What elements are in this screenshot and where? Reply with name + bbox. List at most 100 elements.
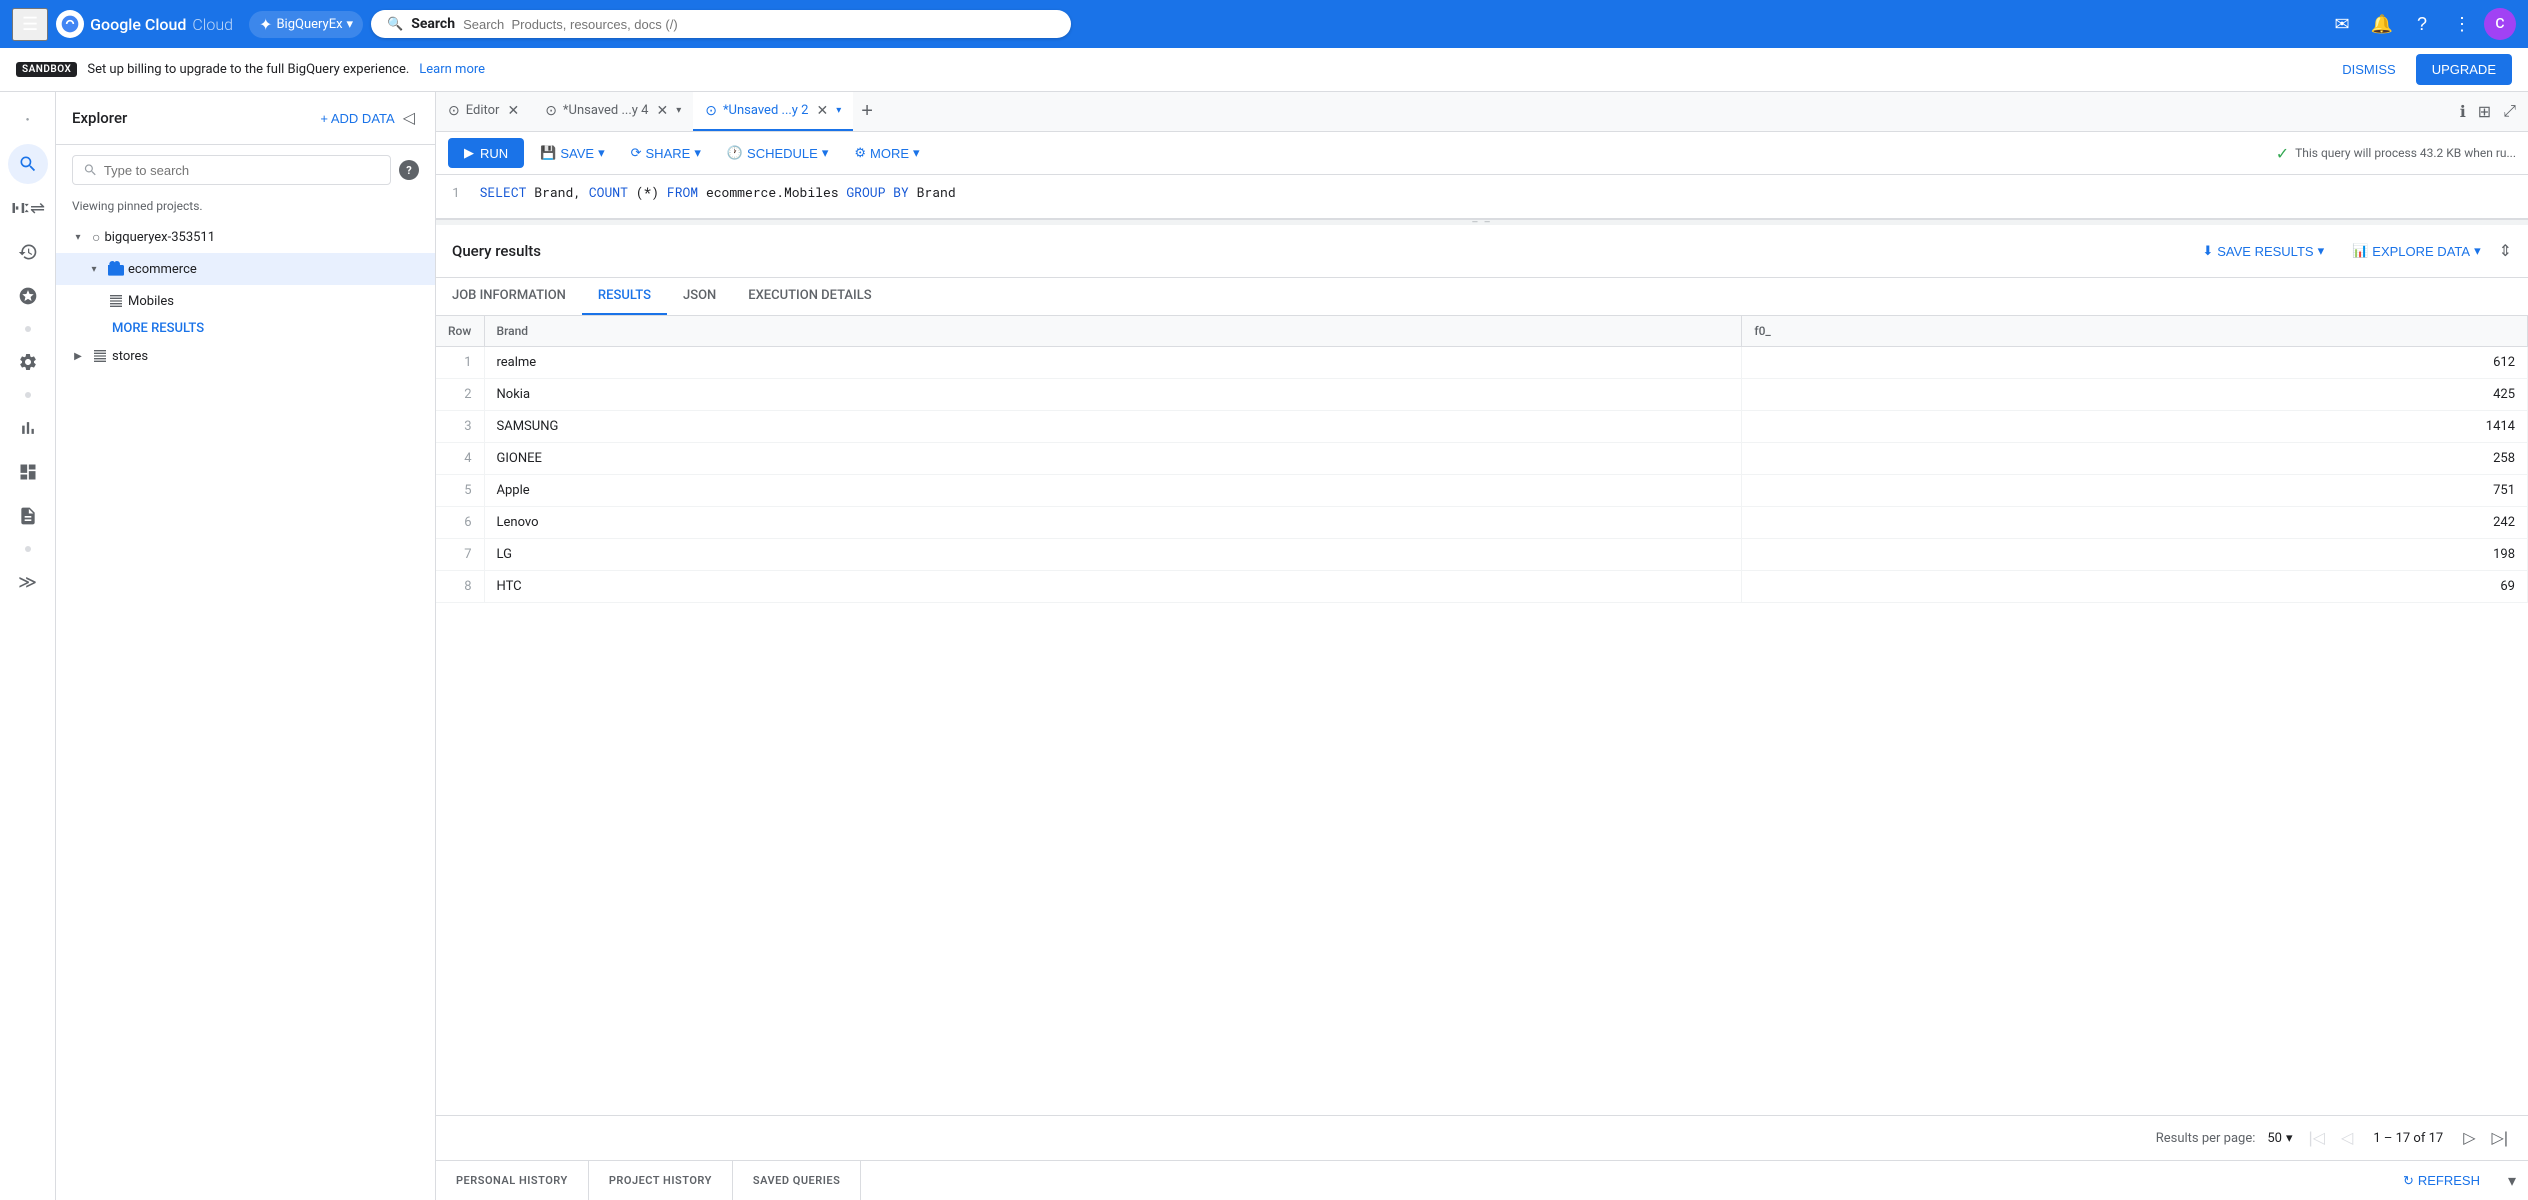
next-page-button[interactable]: ▷: [2459, 1124, 2479, 1152]
explore-dropdown: ▾: [2474, 243, 2481, 259]
cell-count: 751: [1742, 475, 2528, 507]
expand-button[interactable]: ⤢: [2499, 99, 2520, 125]
unsaved4-tab-close[interactable]: ✕: [654, 101, 670, 120]
sidebar-tools-btn[interactable]: [8, 342, 48, 382]
last-page-button[interactable]: ▷|: [2488, 1124, 2512, 1152]
explore-icon: 📊: [2352, 243, 2368, 259]
per-page-value: 50: [2267, 1131, 2282, 1146]
tab-unsaved4[interactable]: ⊙ *Unsaved ...y 4 ✕ ▾: [533, 92, 693, 131]
collapse-history-button[interactable]: ▾: [2496, 1171, 2528, 1191]
save-button[interactable]: 💾 SAVE ▾: [530, 139, 614, 167]
keyword-group: GROUP BY: [846, 183, 908, 201]
share-button[interactable]: ⟳ SHARE ▾: [621, 139, 711, 167]
check-icon: ✓: [2276, 144, 2289, 163]
schedule-button[interactable]: 🕐 SCHEDULE ▾: [717, 139, 839, 167]
avatar[interactable]: C: [2484, 8, 2516, 40]
tree-dataset-ecommerce[interactable]: ▾ ecommerce ⋮: [56, 253, 435, 285]
tab-editor[interactable]: ⊙ Editor ✕: [436, 92, 533, 131]
tab-right-icons: ℹ ⊞ ⤢: [2448, 92, 2528, 131]
more-options-icon[interactable]: ⋮: [2444, 6, 2480, 42]
sidebar-dot-nav[interactable]: ●: [8, 100, 48, 140]
dataset-expand-icon[interactable]: ▾: [84, 259, 104, 279]
per-page-select[interactable]: 50 ▾: [2263, 1129, 2296, 1148]
project-selector[interactable]: ✦ BigQueryEx ▾: [249, 11, 363, 38]
explorer-search-box[interactable]: [72, 155, 391, 185]
collapse-results-button[interactable]: ⇕: [2499, 241, 2512, 261]
tab-json[interactable]: JSON: [667, 278, 732, 315]
schedule-label: SCHEDULE: [747, 146, 818, 161]
sidebar-starred-btn[interactable]: [8, 276, 48, 316]
email-icon[interactable]: ✉: [2324, 6, 2360, 42]
unsaved4-tab-dropdown[interactable]: ▾: [676, 105, 681, 116]
search-input[interactable]: [463, 17, 1055, 32]
dismiss-button[interactable]: DISMISS: [2330, 54, 2407, 85]
personal-history-tab[interactable]: PERSONAL HISTORY: [436, 1161, 589, 1200]
run-button[interactable]: ▶ RUN: [448, 138, 524, 168]
tree-project-bigqueryex[interactable]: ▾ ○ bigqueryex-353511 ⋮: [56, 221, 435, 253]
refresh-button[interactable]: ↻ REFRESH: [2387, 1161, 2496, 1200]
saved-queries-tab[interactable]: SAVED QUERIES: [733, 1161, 861, 1200]
help-icon[interactable]: ?: [2404, 6, 2440, 42]
main-content: ⊙ Editor ✕ ⊙ *Unsaved ...y 4 ✕ ▾ ⊙ *Unsa…: [436, 92, 2528, 1200]
cell-brand: realme: [484, 347, 1742, 379]
editor-tab-close[interactable]: ✕: [505, 101, 521, 120]
tree-project-stores[interactable]: ▶ stores ⋮: [56, 340, 435, 372]
cell-row: 5: [436, 475, 484, 507]
code-editor[interactable]: 1 SELECT Brand, COUNT (*) FROM ecommerce…: [436, 175, 2528, 219]
sidebar-divider-dot: [25, 326, 31, 332]
sidebar-search-btn[interactable]: [8, 144, 48, 184]
tab-execution-details[interactable]: EXECUTION DETAILS: [732, 278, 887, 315]
more-results-link[interactable]: MORE RESULTS: [56, 317, 435, 340]
col-resize-f0[interactable]: [2523, 316, 2527, 346]
tab-results[interactable]: RESULTS: [582, 278, 667, 315]
sidebar-expand-btn[interactable]: ≫: [8, 562, 48, 602]
sidebar-dashboard-btn[interactable]: [8, 452, 48, 492]
results-table-body: 1 realme 612 2 Nokia 425 3 SAMSUNG 1414 …: [436, 347, 2528, 603]
explore-data-button[interactable]: 📊 EXPLORE DATA ▾: [2342, 237, 2491, 265]
upgrade-button[interactable]: UPGRADE: [2416, 54, 2512, 85]
tab-unsaved2[interactable]: ⊙ *Unsaved ...y 2 ✕ ▾: [693, 92, 853, 131]
explorer-search-input[interactable]: [104, 163, 380, 178]
menu-button[interactable]: ☰: [12, 8, 48, 41]
explorer-help-icon[interactable]: ?: [399, 160, 419, 180]
collapse-explorer-button[interactable]: ◁: [399, 104, 419, 132]
learn-more-link[interactable]: Learn more: [419, 62, 485, 77]
save-results-dropdown: ▾: [2318, 243, 2325, 259]
sidebar-doc-btn[interactable]: [8, 496, 48, 536]
tree-table-mobiles[interactable]: Mobiles ⋮: [56, 285, 435, 317]
table-icon: [108, 293, 124, 309]
col-f0: f0_: [1742, 316, 2528, 347]
sidebar-divider-dot3: [25, 546, 31, 552]
unsaved2-tab-icon: ⊙: [705, 103, 717, 119]
save-results-button[interactable]: ⬇ SAVE RESULTS ▾: [2192, 237, 2334, 265]
sidebar-filter-btn[interactable]: ⇌: [8, 188, 48, 228]
stores-expand-icon[interactable]: ▶: [68, 346, 88, 366]
sidebar-history-btn[interactable]: [8, 232, 48, 272]
notifications-icon[interactable]: 🔔: [2364, 6, 2400, 42]
unsaved2-tab-close[interactable]: ✕: [814, 101, 830, 120]
first-page-button[interactable]: |◁: [2305, 1124, 2329, 1152]
add-data-button[interactable]: + ADD DATA: [320, 111, 394, 126]
project-history-tab[interactable]: PROJECT HISTORY: [589, 1161, 733, 1200]
more-button[interactable]: ⚙ MORE ▾: [844, 139, 929, 167]
results-table-wrap[interactable]: Row Brand f0_: [436, 316, 2528, 1115]
col-resize-brand[interactable]: [1737, 316, 1741, 346]
unsaved2-tab-label: *Unsaved ...y 2: [723, 103, 809, 118]
sidebar-chart-btn[interactable]: [8, 408, 48, 448]
prev-page-button[interactable]: ◁: [2337, 1124, 2357, 1152]
tab-job-information[interactable]: JOB INFORMATION: [436, 278, 582, 315]
unsaved2-tab-dropdown[interactable]: ▾: [836, 105, 841, 116]
cell-count: 425: [1742, 379, 2528, 411]
global-search[interactable]: 🔍 Search: [371, 10, 1071, 38]
table-row: 3 SAMSUNG 1414: [436, 411, 2528, 443]
unsaved4-tab-icon: ⊙: [545, 103, 557, 119]
project-expand-icon[interactable]: ▾: [68, 227, 88, 247]
table-row: 2 Nokia 425: [436, 379, 2528, 411]
grid-button[interactable]: ⊞: [2474, 98, 2495, 126]
add-tab-button[interactable]: +: [853, 92, 881, 131]
tabs-bar: ⊙ Editor ✕ ⊙ *Unsaved ...y 4 ✕ ▾ ⊙ *Unsa…: [436, 92, 2528, 132]
info-button[interactable]: ℹ: [2456, 98, 2470, 126]
top-navigation: ☰ Google Cloud Cloud ✦ BigQueryEx ▾ 🔍 Se…: [0, 0, 2528, 48]
run-label: RUN: [480, 146, 508, 161]
col-resize-row[interactable]: [480, 316, 484, 346]
